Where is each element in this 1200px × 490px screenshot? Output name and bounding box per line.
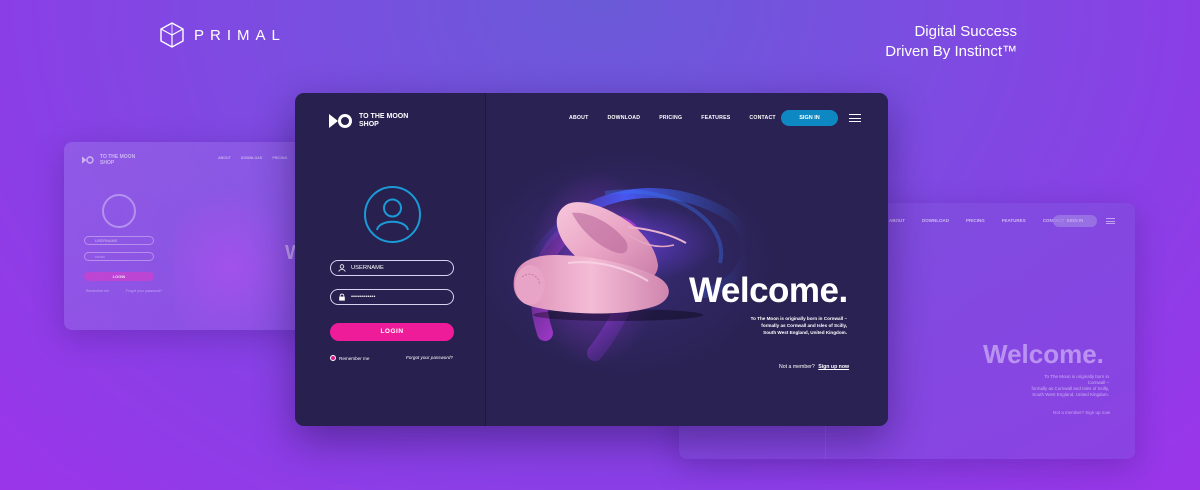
ghost-right-body-line-1: To The Moon is originally born in Cornwa… — [1044, 374, 1109, 385]
nav-features[interactable]: FEATURES — [701, 115, 730, 121]
ghost-left-remember: Remember me — [86, 289, 110, 293]
password-value: •••••••••••• — [351, 294, 376, 300]
tagline: Digital Success Driven By Instinct™ — [885, 22, 1017, 62]
site-brand[interactable]: TO THE MOON SHOP — [329, 113, 429, 129]
remember-me-label: Remember me — [339, 355, 370, 361]
ghost-right-nav-features: FEATURES — [1001, 218, 1026, 223]
username-input[interactable]: USERNAME — [330, 260, 454, 276]
username-placeholder: USERNAME — [351, 265, 384, 271]
ghost-right-body-line-3: South West England, United Kingdom. — [1032, 392, 1109, 397]
ghost-left-avatar-icon — [102, 194, 136, 228]
ghost-right-nav: ABOUT DOWNLOAD PRICING FEATURES CONTACT — [889, 218, 1064, 223]
ghost-right-nav-download: DOWNLOAD — [922, 218, 949, 223]
site-brand-line-2: SHOP — [359, 121, 379, 128]
nav-download[interactable]: DOWNLOAD — [607, 115, 640, 121]
ghost-left-nav: ABOUT DOWNLOAD PRICING FE — [218, 156, 302, 160]
ghost-left-login-button: LOGIN — [84, 272, 154, 281]
welcome-body-text: To The Moon is originally born in Cornwa… — [747, 315, 847, 336]
welcome-body-line-1: To The Moon is originally born in Cornwa… — [750, 316, 847, 321]
ghost-right-signin-button: SIGN IN — [1053, 215, 1097, 227]
ghost-left-username-field: USERNAME — [84, 236, 154, 245]
ghost-left-nav-pricing: PRICING — [272, 156, 288, 160]
remember-me[interactable]: Remember me — [330, 355, 369, 361]
nav-pricing[interactable]: PRICING — [659, 115, 682, 121]
login-page-mockup: TO THE MOON SHOP ABOUT DOWNLOAD PRICING … — [295, 93, 888, 426]
ghost-right-nav-pricing: PRICING — [966, 218, 985, 223]
nav-contact[interactable]: CONTACT — [749, 115, 775, 121]
signup-link[interactable]: Sign up now — [818, 364, 849, 370]
hamburger-menu-icon[interactable] — [849, 114, 861, 122]
lock-icon — [339, 293, 345, 301]
ghost-right-hamburger-menu-icon — [1106, 218, 1115, 224]
password-input[interactable]: •••••••••••• — [330, 289, 454, 305]
site-brand-line-1: TO THE MOON — [359, 113, 409, 120]
ghost-left-nav-download: DOWNLOAD — [240, 156, 263, 160]
not-member-label: Not a member? — [779, 364, 815, 370]
ghost-right-not-member: Not a member? — [1053, 410, 1085, 415]
moon-shop-logo-icon — [82, 156, 94, 164]
user-icon — [338, 264, 346, 272]
ghost-left-nav-about: ABOUT — [218, 156, 231, 160]
ghost-left-brand-line-2: SHOP — [100, 160, 115, 166]
ghost-right-signup: Sign up now — [1085, 410, 1111, 415]
primal-brand-name: PRIMAL — [194, 26, 286, 44]
ghost-right-welcome: Welcome. — [983, 339, 1104, 369]
tagline-line-1: Digital Success — [914, 23, 1017, 40]
ballet-shoes-image — [513, 202, 703, 321]
ghost-right-body: To The Moon is originally born in Cornwa… — [1029, 374, 1109, 398]
login-button[interactable]: LOGIN — [330, 323, 454, 341]
ghost-right-member-line: Not a member? Sign up now — [1053, 410, 1110, 415]
site-nav: ABOUT DOWNLOAD PRICING FEATURES CONTACT — [569, 115, 776, 121]
ghost-left-brand: TO THE MOON SHOP — [82, 154, 140, 166]
moon-shop-logo-icon — [329, 114, 352, 128]
nav-about[interactable]: ABOUT — [569, 115, 588, 121]
remember-me-radio[interactable] — [330, 355, 336, 361]
ghost-left-password-field: ••••••• — [84, 252, 154, 261]
signin-button[interactable]: SIGN IN — [781, 110, 838, 126]
tagline-line-2: Driven By Instinct™ — [885, 43, 1017, 60]
welcome-body-line-3: South West England, United Kingdom. — [763, 330, 847, 335]
ghost-left-forgot: Forgot your password? — [126, 289, 162, 293]
signup-prompt: Not a member? Sign up now — [779, 364, 849, 370]
user-avatar-icon — [364, 186, 421, 243]
ghost-right-nav-about: ABOUT — [889, 218, 905, 223]
background-mockup-left: TO THE MOON SHOP ABOUT DOWNLOAD PRICING … — [64, 142, 314, 330]
primal-brand: PRIMAL — [160, 22, 286, 48]
welcome-body-line-2: formally as Cornwall and Isles of Scilly… — [761, 323, 847, 328]
primal-logo-icon — [160, 22, 184, 48]
forgot-password-link[interactable]: Forgot your password? — [406, 355, 453, 360]
welcome-heading: Welcome. — [689, 271, 848, 310]
